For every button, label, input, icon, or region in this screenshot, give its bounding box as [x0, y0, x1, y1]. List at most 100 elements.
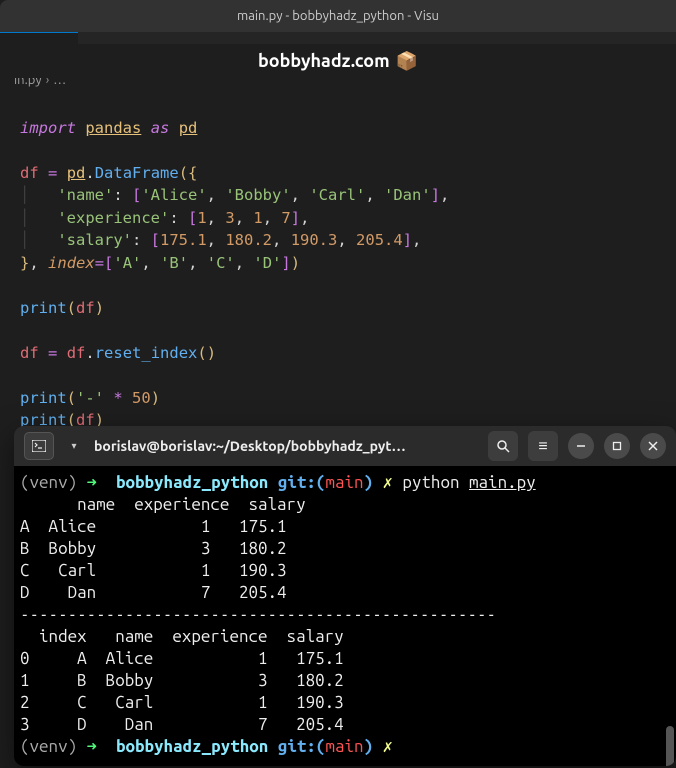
minimize-button[interactable] [568, 433, 594, 459]
op-eq: = [95, 254, 104, 272]
var-df: df [20, 164, 39, 182]
alias-pd: pd [179, 119, 198, 137]
terminal-icon [32, 440, 46, 452]
minimize-icon [576, 441, 586, 451]
close-icon[interactable]: × [60, 43, 68, 59]
num: 1 [253, 209, 262, 227]
scrollbar-thumb[interactable] [666, 726, 674, 766]
str: 'Carl' [309, 186, 365, 204]
tab-dropdown-button[interactable]: ▾ [64, 432, 84, 460]
op-eq: = [48, 344, 57, 362]
breadcrumb-file: in.py [14, 73, 42, 87]
tab-modified-badge: M [42, 44, 54, 58]
prompt-branch: main [325, 473, 363, 492]
breadcrumb[interactable]: in.py › … [0, 68, 676, 92]
new-tab-button[interactable] [24, 432, 54, 460]
chevron-right-icon: › [46, 73, 50, 87]
table-row: C Carl 1 190.3 [20, 561, 287, 580]
num: 205.4 [356, 231, 403, 249]
prompt-arrow: ➜ [87, 473, 97, 492]
fn-print: print [20, 299, 67, 317]
num: 7 [281, 209, 290, 227]
table-row: 3 D Dan 7 205.4 [20, 715, 344, 734]
divider: ----------------------------------------… [20, 605, 496, 624]
hamburger-icon: ≡ [538, 437, 547, 456]
prompt-dir: bobbyhadz_python [116, 473, 268, 492]
num: 190.3 [291, 231, 338, 249]
var-df: df [20, 344, 39, 362]
str: 'Bobby' [225, 186, 290, 204]
op-eq: = [48, 164, 57, 182]
table-row: A Alice 1 175.1 [20, 517, 287, 536]
comma: , [29, 254, 38, 272]
prompt-dirty: ✗ [383, 473, 393, 492]
str: 'D' [253, 254, 281, 272]
breadcrumb-more: … [53, 73, 66, 87]
kwarg-index: index [48, 254, 95, 272]
ref-pd: pd [67, 164, 86, 182]
str: 'Dan' [384, 186, 431, 204]
search-button[interactable] [488, 431, 518, 461]
search-icon [496, 439, 510, 453]
table-row: 0 A Alice 1 175.1 [20, 649, 344, 668]
keyword-as: as [151, 119, 170, 137]
str: 'A' [113, 254, 141, 272]
num: 175.1 [160, 231, 207, 249]
editor-tab-main-py[interactable]: n.py M × [0, 32, 78, 68]
str: 'C' [207, 254, 235, 272]
maximize-button[interactable] [604, 433, 630, 459]
prompt-git-close: ) [364, 473, 374, 492]
var-df: df [76, 299, 95, 317]
num: 3 [225, 209, 234, 227]
op-star: * [113, 389, 122, 407]
str: 'B' [160, 254, 188, 272]
var-df: df [67, 344, 86, 362]
cmd-arg: main.py [469, 473, 536, 492]
menu-button[interactable]: ≡ [528, 431, 558, 461]
brace-close: } [20, 254, 29, 272]
terminal-title: borislav@borislav:~/Desktop/bobbyhadz_py… [94, 438, 478, 454]
str: 'Alice' [141, 186, 206, 204]
table-header: index name experience salary [20, 627, 344, 646]
prompt-branch: main [325, 737, 363, 756]
cmd-python: python [402, 473, 459, 492]
table-row: 1 B Bobby 3 180.2 [20, 671, 344, 690]
chevron-down-icon: ▾ [71, 440, 76, 452]
num: 1 [197, 209, 206, 227]
maximize-icon [612, 441, 622, 451]
table-row: 2 C Carl 1 190.3 [20, 693, 344, 712]
num: 180.2 [225, 231, 272, 249]
num-50: 50 [132, 389, 151, 407]
dot: . [85, 344, 94, 362]
fn-print: print [20, 389, 67, 407]
close-button[interactable] [640, 433, 666, 459]
prompt-git-close: ) [364, 737, 374, 756]
window-title-bar: main.py - bobbyhadz_python - Visu [0, 0, 676, 32]
prompt-dir: bobbyhadz_python [116, 737, 268, 756]
class-dataframe: DataFrame [95, 164, 179, 182]
terminal-output[interactable]: (venv) ➜ bobbyhadz_python git:(main) ✗ p… [14, 466, 676, 766]
table-row: D Dan 7 205.4 [20, 583, 287, 602]
terminal-title-bar: ▾ borislav@borislav:~/Desktop/bobbyhadz_… [14, 426, 676, 466]
keyword-import: import [20, 119, 76, 137]
prompt-dirty: ✗ [383, 737, 393, 756]
prompt-arrow: ➜ [87, 737, 97, 756]
module-pandas: pandas [85, 119, 141, 137]
prompt-git: git:( [278, 737, 326, 756]
tab-label: n.py [12, 44, 36, 58]
prompt-venv: (venv) [20, 473, 77, 492]
editor-tab-bar: n.py M × [0, 32, 676, 68]
key-salary: 'salary' [57, 231, 132, 249]
key-experience: 'experience' [57, 209, 169, 227]
table-row: B Bobby 3 180.2 [20, 539, 287, 558]
close-icon [648, 441, 658, 451]
key-name: 'name' [57, 186, 113, 204]
bracket-open: ({ [179, 164, 198, 182]
dot: . [85, 164, 94, 182]
window-title: main.py - bobbyhadz_python - Visu [237, 9, 439, 23]
prompt-venv: (venv) [20, 737, 77, 756]
str-dash: '-' [76, 389, 104, 407]
code-editor[interactable]: import pandas as pd df = pd.DataFrame({ … [0, 92, 676, 442]
terminal-window: ▾ borislav@borislav:~/Desktop/bobbyhadz_… [14, 426, 676, 766]
fn-reset-index: reset_index [95, 344, 198, 362]
